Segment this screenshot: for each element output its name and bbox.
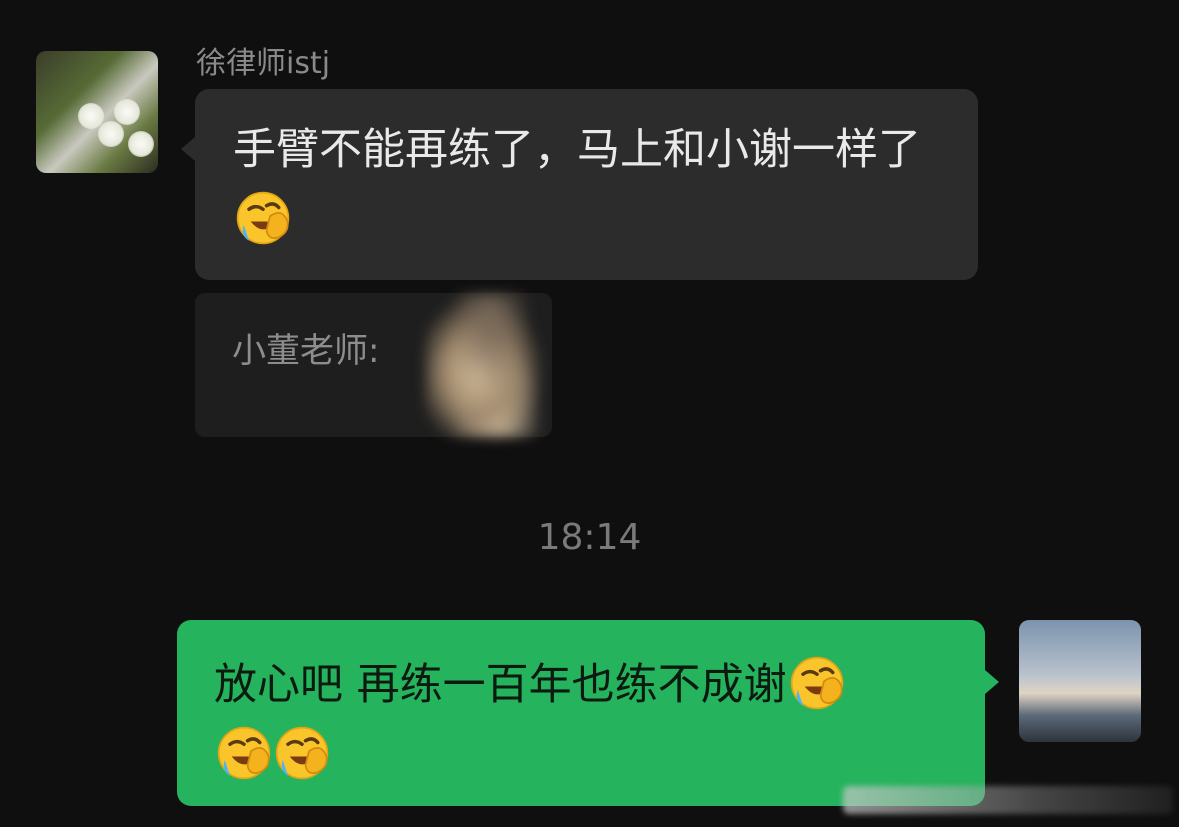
flower-icon [98, 121, 124, 147]
flower-icon [114, 99, 140, 125]
quoted-image-thumbnail[interactable] [425, 293, 545, 437]
own-avatar[interactable] [1019, 620, 1141, 742]
quote-sender-label: 小董老师: [232, 331, 380, 371]
chat-window[interactable]: 徐律师istj 手臂不能再练了，马上和小谢一样了 小董老师: 18:14 放心吧… [0, 0, 1179, 827]
outgoing-message-bubble[interactable]: 放心吧 再练一百年也练不成谢 [177, 620, 999, 806]
face-palm-crying-laugh-icon [275, 726, 329, 780]
face-palm-crying-laugh-icon [236, 191, 290, 245]
outgoing-message-text: 放心吧 再练一百年也练不成谢 [214, 660, 787, 710]
incoming-message-content: 手臂不能再练了，马上和小谢一样了 [233, 115, 953, 255]
quoted-message[interactable]: 小董老师: [195, 293, 552, 437]
incoming-message-text: 手臂不能再练了，马上和小谢一样了 [233, 125, 921, 175]
flower-icon [128, 131, 154, 157]
incoming-message-bubble[interactable]: 手臂不能再练了，马上和小谢一样了 [181, 89, 978, 280]
message-timestamp: 18:14 [537, 517, 642, 558]
face-palm-crying-laugh-icon [217, 726, 271, 780]
blurred-watermark [843, 786, 1173, 814]
outgoing-message-content: 放心吧 再练一百年也练不成谢 [214, 650, 959, 790]
sender-avatar[interactable] [36, 51, 158, 173]
face-palm-crying-laugh-icon [790, 656, 843, 710]
sender-name: 徐律师istj [196, 46, 331, 81]
